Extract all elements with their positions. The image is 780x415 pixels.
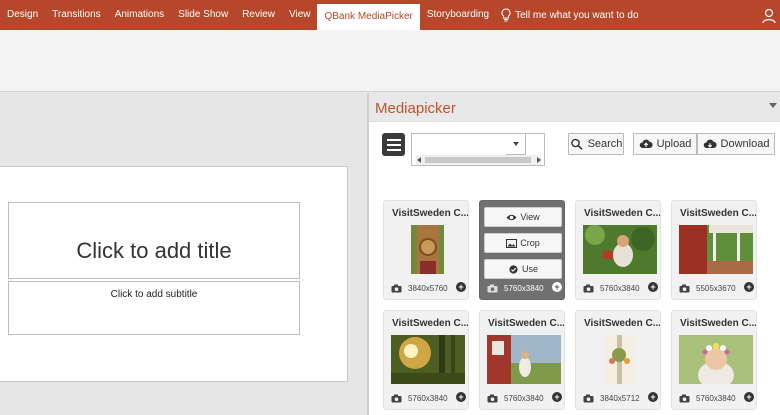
media-card-title: VisitSweden C...: [680, 208, 757, 219]
tab-slide-show[interactable]: Slide Show: [171, 0, 235, 30]
add-plus-icon[interactable]: +: [744, 282, 754, 292]
media-thumbnail: [583, 225, 657, 274]
media-thumbnail: [487, 335, 561, 384]
media-card[interactable]: VisitSweden C... 3840x5712 +: [575, 310, 661, 410]
image-crop-icon: [506, 238, 518, 248]
tell-me-search[interactable]: Tell me what you want to do: [500, 8, 639, 22]
camera-icon: [391, 394, 402, 403]
add-plus-icon[interactable]: +: [552, 392, 562, 402]
media-card[interactable]: VisitSweden C... 5505x3670 +: [671, 200, 757, 300]
ribbon-content: [0, 30, 780, 92]
camera-icon: [391, 284, 402, 293]
media-dimensions: 3840x5712: [600, 394, 640, 403]
add-plus-icon[interactable]: +: [648, 392, 658, 402]
media-card-footer: 5760x3840 +: [384, 391, 468, 409]
media-card-footer: 5505x3670 +: [672, 281, 756, 299]
lightbulb-icon: [501, 8, 511, 22]
panel-header: Mediapicker: [369, 93, 780, 121]
panel-title: Mediapicker: [375, 100, 456, 117]
media-thumbnail: [411, 225, 444, 274]
crop-button[interactable]: Crop: [484, 233, 562, 253]
check-circle-icon: [509, 264, 518, 274]
use-button[interactable]: Use: [484, 259, 562, 279]
media-dimensions: 5760x3840: [504, 284, 544, 293]
camera-icon: [679, 284, 690, 293]
title-placeholder-text: Click to add title: [76, 237, 232, 263]
tab-transitions[interactable]: Transitions: [45, 0, 108, 30]
add-plus-icon[interactable]: +: [456, 392, 466, 402]
media-card-title: VisitSweden C...: [680, 318, 757, 329]
ribbon-tab-bar: Design Transitions Animations Slide Show…: [0, 0, 780, 30]
media-dimensions: 5760x3840: [600, 284, 640, 293]
mediapicker-panel: Mediapicker Search Upload Download Visit…: [369, 93, 780, 415]
subtitle-placeholder[interactable]: Click to add subtitle: [8, 281, 300, 335]
media-card-footer: 5760x3840 +: [672, 391, 756, 409]
media-card-footer: 5760x3840 +: [576, 281, 660, 299]
media-dimensions: 5760x3840: [696, 394, 736, 403]
media-thumbnail: [679, 225, 753, 274]
tab-animations[interactable]: Animations: [108, 0, 171, 30]
media-card-title: VisitSweden C...: [392, 318, 469, 329]
media-card-footer: 3840x5712 +: [576, 391, 660, 409]
media-dimensions: 5760x3840: [408, 394, 448, 403]
tab-view[interactable]: View: [282, 0, 318, 30]
media-card-title: VisitSweden C...: [584, 208, 661, 219]
user-account-icon[interactable]: [762, 8, 776, 24]
media-card[interactable]: VisitSweden C... 5760x3840 +: [383, 310, 469, 410]
camera-icon: [487, 284, 498, 293]
subtitle-placeholder-text: Click to add subtitle: [110, 289, 198, 300]
panel-body: Search Upload Download VisitSweden C... …: [369, 121, 780, 415]
tab-qbank-mediapicker[interactable]: QBank MediaPicker: [317, 4, 420, 30]
media-grid: VisitSweden C... 3840x5760 + View Crop U…: [369, 122, 780, 415]
media-card-title: VisitSweden C...: [392, 208, 469, 219]
eye-icon: [506, 214, 517, 220]
media-card-footer: 5760x3840 +: [480, 281, 564, 299]
media-card[interactable]: VisitSweden C... 5760x3840 +: [671, 310, 757, 410]
tab-storyboarding[interactable]: Storyboarding: [420, 0, 496, 30]
media-card-title: VisitSweden C...: [488, 318, 565, 329]
add-plus-icon[interactable]: +: [456, 282, 466, 292]
media-card-hovered[interactable]: View Crop Use 5760x3840 +: [479, 200, 565, 300]
media-card-title: VisitSweden C...: [584, 318, 661, 329]
media-card[interactable]: VisitSweden C... 5760x3840 +: [575, 200, 661, 300]
tab-design[interactable]: Design: [0, 0, 45, 30]
add-plus-icon[interactable]: +: [552, 282, 562, 292]
powerpoint-window: Design Transitions Animations Slide Show…: [0, 0, 780, 415]
camera-icon: [487, 394, 498, 403]
add-plus-icon[interactable]: +: [648, 282, 658, 292]
view-button-label: View: [520, 212, 540, 222]
media-thumbnail: [679, 335, 753, 384]
camera-icon: [583, 394, 594, 403]
media-dimensions: 5760x3840: [504, 394, 544, 403]
panel-options-chevron-icon[interactable]: [769, 103, 777, 108]
slide-canvas[interactable]: Click to add title Click to add subtitle: [0, 166, 348, 382]
media-thumbnail: [603, 335, 636, 384]
tab-review[interactable]: Review: [235, 0, 282, 30]
media-dimensions: 3840x5760: [408, 284, 448, 293]
tell-me-label: Tell me what you want to do: [515, 9, 639, 21]
media-dimensions: 5505x3670: [696, 284, 736, 293]
camera-icon: [583, 284, 594, 293]
camera-icon: [679, 394, 690, 403]
use-button-label: Use: [521, 264, 538, 274]
media-card-footer: 5760x3840 +: [480, 391, 564, 409]
media-card[interactable]: VisitSweden C... 5760x3840 +: [479, 310, 565, 410]
media-thumbnail: [391, 335, 465, 384]
media-card-footer: 3840x5760 +: [384, 281, 468, 299]
slide-editor: Click to add title Click to add subtitle: [0, 93, 367, 415]
add-plus-icon[interactable]: +: [744, 392, 754, 402]
view-button[interactable]: View: [484, 207, 562, 227]
crop-button-label: Crop: [520, 238, 540, 248]
media-card[interactable]: VisitSweden C... 3840x5760 +: [383, 200, 469, 300]
title-placeholder[interactable]: Click to add title: [8, 202, 300, 279]
